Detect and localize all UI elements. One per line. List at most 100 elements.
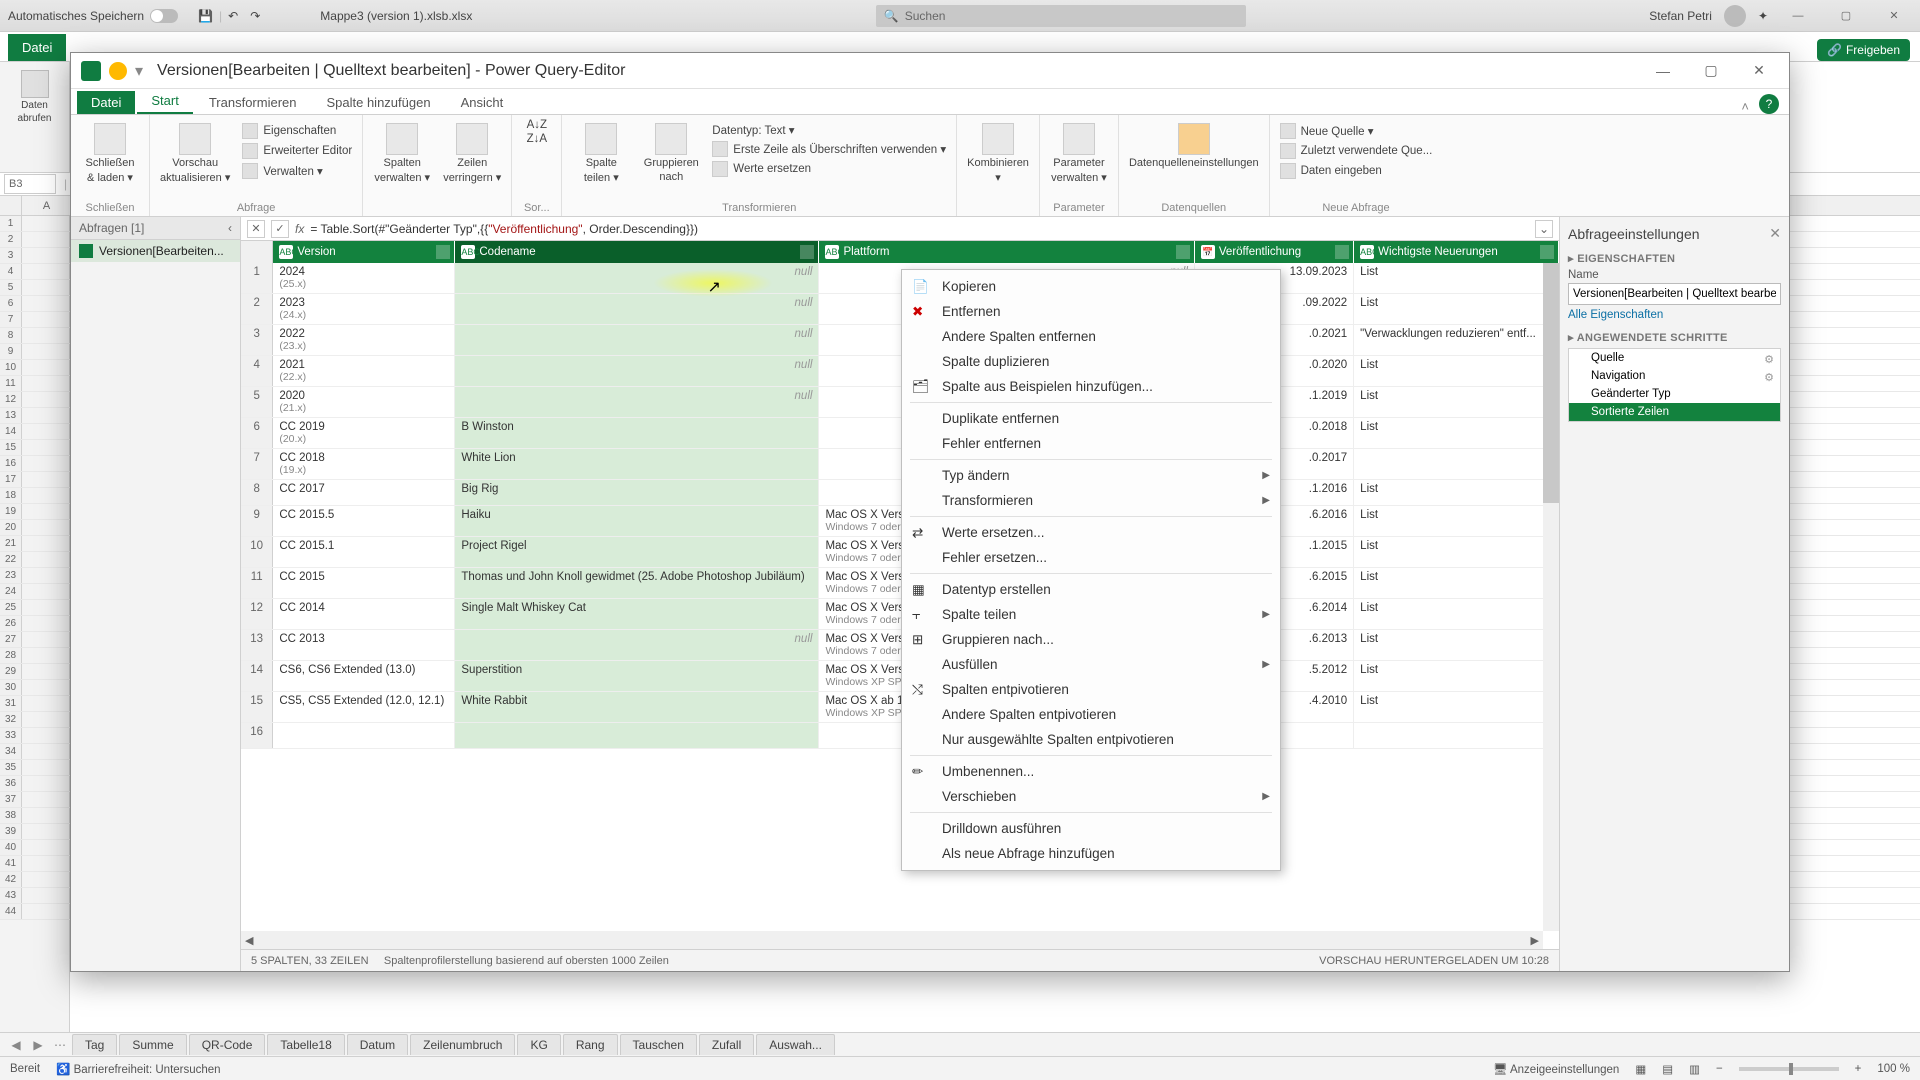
cell-news[interactable]: "Verwacklungen reduzieren" entf... bbox=[1354, 325, 1559, 356]
accept-formula-button[interactable]: ✓ bbox=[271, 220, 289, 238]
sheet-tab[interactable]: Auswah... bbox=[756, 1034, 835, 1055]
ctx-as-new-query[interactable]: Als neue Abfrage hinzufügen bbox=[902, 841, 1280, 866]
search-box[interactable]: 🔍 Suchen bbox=[876, 5, 1246, 27]
ctx-replace-errors[interactable]: Fehler ersetzen... bbox=[902, 545, 1280, 570]
cell-news[interactable]: List bbox=[1354, 599, 1559, 630]
corner-cell[interactable] bbox=[241, 241, 273, 263]
sheet-tab[interactable]: QR-Code bbox=[189, 1034, 266, 1055]
minimize-button[interactable]: — bbox=[1780, 4, 1816, 28]
ctx-remove-errors[interactable]: Fehler entfernen bbox=[902, 431, 1280, 456]
ctx-remove-others[interactable]: Andere Spalten entfernen bbox=[902, 324, 1280, 349]
sheet-next-button[interactable]: ▶ bbox=[28, 1038, 48, 1052]
tab-file[interactable]: Datei bbox=[8, 34, 66, 61]
autosave-toggle[interactable]: Automatisches Speichern bbox=[8, 9, 178, 23]
col-version[interactable]: ABCVersion bbox=[273, 241, 455, 263]
enter-data-button[interactable]: Daten eingeben bbox=[1280, 163, 1433, 179]
horizontal-scrollbar[interactable]: ◀▶ bbox=[241, 931, 1543, 949]
datasource-settings-button[interactable]: Datenquelleneinstellungen bbox=[1129, 119, 1259, 169]
ctx-drilldown[interactable]: Drilldown ausführen bbox=[902, 816, 1280, 841]
zoom-in-button[interactable]: + bbox=[1855, 1063, 1862, 1075]
table-row[interactable]: 42021(22.x)null.0.2020List bbox=[241, 356, 1559, 387]
pq-tab-addcolumn[interactable]: Spalte hinzufügen bbox=[312, 91, 444, 114]
table-row[interactable]: 9CC 2015.5HaikuMac OS X Version ...Windo… bbox=[241, 506, 1559, 537]
datatype-button[interactable]: Datentyp: Text ▾ bbox=[712, 123, 946, 137]
ctx-unpivot-selected[interactable]: Nur ausgewählte Spalten entpivotieren bbox=[902, 727, 1280, 752]
scroll-right-icon[interactable]: ▶ bbox=[1531, 934, 1539, 947]
ctx-duplicate[interactable]: Spalte duplizieren bbox=[902, 349, 1280, 374]
table-row[interactable]: 7CC 2018(19.x)White Lion.0.2017 bbox=[241, 449, 1559, 480]
ctx-transform[interactable]: Transformieren▶ bbox=[902, 488, 1280, 513]
cell-codename[interactable]: null bbox=[455, 263, 819, 294]
sheet-tab[interactable]: Zeilenumbruch bbox=[410, 1034, 515, 1055]
zoom-slider[interactable] bbox=[1739, 1067, 1839, 1071]
cell-codename[interactable]: Haiku bbox=[455, 506, 819, 537]
sheet-tab[interactable]: Rang bbox=[563, 1034, 618, 1055]
cell-codename[interactable]: Single Malt Whiskey Cat bbox=[455, 599, 819, 630]
replace-values-button[interactable]: Werte ersetzen bbox=[712, 161, 946, 177]
split-column-button[interactable]: Spalteteilen ▾ bbox=[572, 119, 630, 184]
cell-version[interactable]: CC 2017 bbox=[273, 480, 455, 506]
ctx-copy[interactable]: 📄Kopieren bbox=[902, 274, 1280, 299]
table-row[interactable]: 12024(25.x)nullnull13.09.2023List bbox=[241, 263, 1559, 294]
step-sorted-rows[interactable]: Sortierte Zeilen bbox=[1569, 403, 1780, 421]
table-row[interactable]: 14CS6, CS6 Extended (13.0)SuperstitionMa… bbox=[241, 661, 1559, 692]
cell-version[interactable]: CC 2018(19.x) bbox=[273, 449, 455, 480]
cell-codename[interactable]: Thomas und John Knoll gewidmet (25. Adob… bbox=[455, 568, 819, 599]
pq-help-icon[interactable]: ? bbox=[1759, 94, 1779, 114]
ctx-groupby[interactable]: ⊞Gruppieren nach... bbox=[902, 627, 1280, 652]
all-properties-link[interactable]: Alle Eigenschaften bbox=[1568, 309, 1781, 321]
ctx-from-examples[interactable]: 🗂Spalte aus Beispielen hinzufügen... bbox=[902, 374, 1280, 399]
sheet-tab[interactable]: Zufall bbox=[699, 1034, 754, 1055]
sheet-tab[interactable]: KG bbox=[517, 1034, 560, 1055]
reduce-rows-button[interactable]: Zeilenverringern ▾ bbox=[443, 119, 501, 184]
cell-codename[interactable] bbox=[455, 723, 819, 749]
zoom-value[interactable]: 100 % bbox=[1877, 1063, 1910, 1075]
cell-news[interactable] bbox=[1354, 449, 1559, 480]
table-row[interactable]: 15CS5, CS5 Extended (12.0, 12.1)White Ra… bbox=[241, 692, 1559, 723]
table-row[interactable]: 6CC 2019(20.x)B Winston.0.2018List bbox=[241, 418, 1559, 449]
cell-version[interactable] bbox=[273, 723, 455, 749]
queries-header[interactable]: Abfragen [1] ‹ bbox=[71, 217, 240, 240]
cell-codename[interactable]: Project Rigel bbox=[455, 537, 819, 568]
cell-news[interactable]: List bbox=[1354, 537, 1559, 568]
cell-codename[interactable]: null bbox=[455, 630, 819, 661]
get-data-button[interactable]: Daten abrufen bbox=[10, 70, 60, 130]
cell-news[interactable]: List bbox=[1354, 692, 1559, 723]
step-changed-type[interactable]: Geänderter Typ bbox=[1569, 385, 1780, 403]
close-settings-button[interactable]: ✕ bbox=[1769, 225, 1781, 242]
cell-version[interactable]: 2023(24.x) bbox=[273, 294, 455, 325]
gear-icon[interactable]: ⚙ bbox=[1764, 353, 1774, 366]
view-pagelayout-icon[interactable]: ▤ bbox=[1662, 1062, 1673, 1076]
ctx-fill[interactable]: Ausfüllen▶ bbox=[902, 652, 1280, 677]
cell-news[interactable]: List bbox=[1354, 418, 1559, 449]
recent-sources-button[interactable]: Zuletzt verwendete Que... bbox=[1280, 143, 1433, 159]
table-row[interactable]: 11CC 2015Thomas und John Knoll gewidmet … bbox=[241, 568, 1559, 599]
cell-version[interactable]: CS5, CS5 Extended (12.0, 12.1) bbox=[273, 692, 455, 723]
refresh-preview-button[interactable]: Vorschau aktualisieren ▾ bbox=[160, 119, 230, 184]
ctx-unpivot-others[interactable]: Andere Spalten entpivotieren bbox=[902, 702, 1280, 727]
cell-news[interactable]: List bbox=[1354, 480, 1559, 506]
cell-codename[interactable]: Big Rig bbox=[455, 480, 819, 506]
table-row[interactable]: 22023(24.x)null.09.2022List bbox=[241, 294, 1559, 325]
cell-news[interactable]: List bbox=[1354, 661, 1559, 692]
col-platform[interactable]: ABCPlattform bbox=[819, 241, 1194, 263]
toggle-icon[interactable] bbox=[150, 9, 178, 23]
filter-dropdown-icon[interactable] bbox=[800, 245, 814, 259]
cell-version[interactable]: CC 2013 bbox=[273, 630, 455, 661]
sort-desc-button[interactable]: Z↓A bbox=[527, 133, 547, 145]
new-source-button[interactable]: Neue Quelle ▾ bbox=[1280, 123, 1433, 139]
redo-icon[interactable]: ↷ bbox=[250, 9, 260, 23]
cell-codename[interactable]: null bbox=[455, 294, 819, 325]
cell-news[interactable]: List bbox=[1354, 294, 1559, 325]
query-name-input[interactable] bbox=[1568, 283, 1781, 305]
scroll-thumb[interactable] bbox=[1543, 263, 1559, 503]
pq-close-button[interactable]: ✕ bbox=[1739, 56, 1779, 86]
cell-codename[interactable]: null bbox=[455, 387, 819, 418]
cell-codename[interactable]: null bbox=[455, 356, 819, 387]
share-button[interactable]: 🔗 Freigeben bbox=[1817, 39, 1910, 61]
collapse-icon[interactable]: ‹ bbox=[228, 221, 232, 235]
cell-version[interactable]: 2020(21.x) bbox=[273, 387, 455, 418]
cell-version[interactable]: 2022(23.x) bbox=[273, 325, 455, 356]
cell-version[interactable]: CC 2019(20.x) bbox=[273, 418, 455, 449]
ctx-unpivot[interactable]: ⤭Spalten entpivotieren bbox=[902, 677, 1280, 702]
